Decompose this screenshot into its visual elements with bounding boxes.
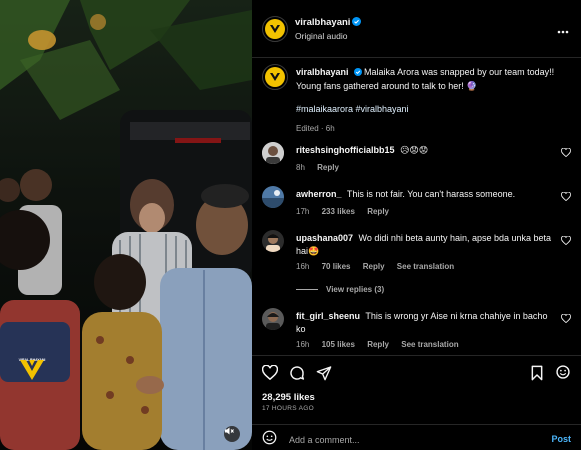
reactions-icon[interactable] [556, 365, 570, 381]
comment-time: 16h [296, 262, 310, 271]
post-actions: 28,295 likes 17 HOURS AGO [252, 355, 581, 415]
comment-like-icon[interactable] [561, 191, 571, 203]
replies-divider [296, 289, 318, 290]
caption-time: Edited · 6h [296, 124, 335, 133]
caption-username[interactable]: viralbhayani [296, 67, 349, 77]
speaker-muted-icon [225, 427, 234, 435]
author-avatar[interactable] [262, 16, 288, 42]
comment-time: 17h [296, 207, 310, 216]
post-details-panel: viralbhayani Original audio viralbhayani… [252, 0, 581, 450]
comment-time: 16h [296, 340, 310, 349]
reply-button[interactable]: Reply [363, 262, 385, 271]
watermark-logo: VIRAL BHAYANI [17, 358, 47, 380]
comment-composer: Post [252, 424, 581, 450]
verified-badge-icon [353, 67, 362, 80]
paper-plane-icon[interactable] [316, 365, 332, 383]
viral-logo-icon [270, 73, 280, 81]
commenter-avatar[interactable] [262, 308, 284, 330]
see-translation-button[interactable]: See translation [397, 262, 454, 271]
comment-username[interactable]: awherron_ [296, 189, 342, 199]
verified-badge-icon [352, 17, 362, 28]
comment-time: 8h [296, 163, 305, 172]
audio-label[interactable]: Original audio [295, 31, 361, 41]
comment-likes[interactable]: 233 likes [322, 207, 355, 216]
see-translation-button[interactable]: See translation [401, 340, 458, 349]
comments-list[interactable]: viralbhayani Malaika Arora was snapped b… [252, 58, 581, 355]
comment-like-icon[interactable] [561, 235, 571, 247]
comment-likes[interactable]: 105 likes [322, 340, 355, 349]
comment-bubble-icon[interactable] [289, 365, 305, 383]
caption-hashtags[interactable]: #malaikaarora #viralbhayani [296, 103, 558, 116]
caption-avatar[interactable] [262, 64, 288, 90]
caption-text-block: viralbhayani Malaika Arora was snapped b… [296, 66, 558, 116]
post-comment-button[interactable]: Post [551, 434, 571, 444]
comment-likes[interactable]: 70 likes [322, 262, 351, 271]
likes-count[interactable]: 28,295 likes [262, 392, 315, 403]
post-header: viralbhayani Original audio [252, 0, 581, 58]
comment-username[interactable]: upashana007 [296, 233, 353, 243]
view-replies-button[interactable]: View replies (3) [296, 285, 384, 294]
more-options-icon[interactable] [557, 26, 569, 36]
commenter-avatar[interactable] [262, 142, 284, 164]
comment-input[interactable] [289, 433, 529, 447]
comment-like-icon[interactable] [561, 147, 571, 159]
mute-button[interactable] [224, 426, 240, 442]
reply-button[interactable]: Reply [367, 340, 389, 349]
author-username[interactable]: viralbhayani [295, 17, 350, 28]
video-frame [0, 0, 252, 450]
comment-username[interactable]: riteshsinghofficialbb15 [296, 145, 395, 155]
reply-button[interactable]: Reply [367, 207, 389, 216]
commenter-avatar[interactable] [262, 186, 284, 208]
comment-username[interactable]: fit_girl_sheenu [296, 311, 360, 321]
comment-text: 😥😟😟 [400, 145, 429, 155]
post-media-video[interactable]: VIRAL BHAYANI [0, 0, 252, 450]
commenter-avatar[interactable] [262, 230, 284, 252]
post-timestamp: 17 HOURS AGO [262, 405, 315, 412]
viral-logo-icon [270, 25, 280, 33]
viral-logo-icon [20, 360, 44, 380]
bookmark-icon[interactable] [530, 365, 544, 383]
reply-button[interactable]: Reply [317, 163, 339, 172]
comment-text: This is not fair. You can't harass someo… [346, 189, 516, 199]
view-replies-label: View replies (3) [326, 285, 385, 294]
comment-like-icon[interactable] [561, 313, 571, 325]
smiley-icon[interactable] [262, 430, 277, 447]
heart-icon[interactable] [261, 364, 279, 382]
